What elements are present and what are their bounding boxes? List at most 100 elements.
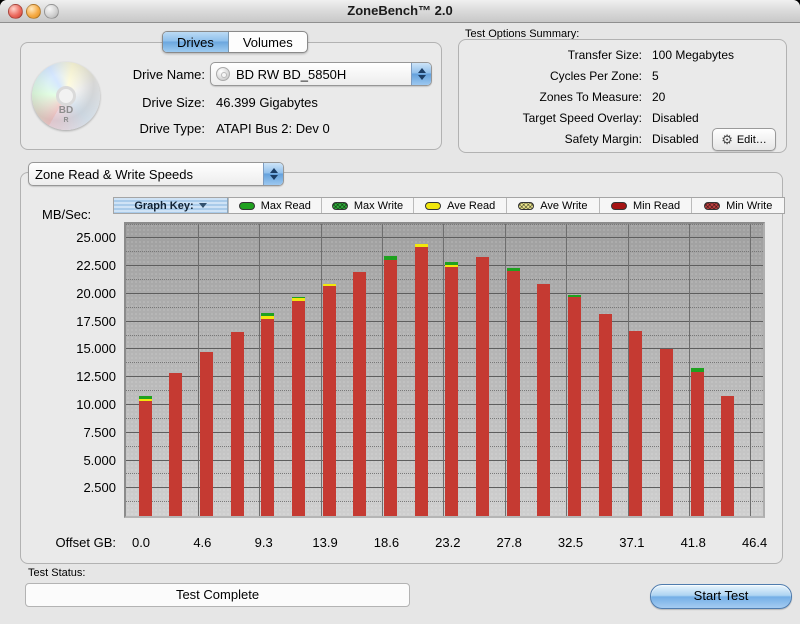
popup-stepper-icon (411, 63, 431, 85)
y-tick-label: 10.000 (76, 396, 116, 412)
gridline (126, 251, 763, 253)
popup-stepper-icon (263, 163, 283, 185)
legend-swatch-icon (704, 201, 721, 210)
y-tick-label: 22.500 (76, 258, 116, 274)
test-option-value: 5 (652, 69, 659, 83)
edit-button[interactable]: ⚙ Edit… (712, 128, 776, 151)
bar-zone-15-min-read (568, 297, 582, 516)
start-test-button[interactable]: Start Test (650, 584, 792, 609)
y-tick-label: 7.500 (83, 424, 116, 440)
x-tick-label: 23.2 (435, 535, 461, 550)
bar-zone-5-min-read (261, 319, 275, 516)
graph-key: Graph Key: Max Read Max Write Ave Read Ave … (113, 197, 785, 214)
bar-zone-19-min-read (690, 372, 704, 516)
drive-size-value: 46.399 Gigabytes (216, 95, 318, 110)
edit-button-label: Edit… (736, 133, 767, 146)
legend-swatch-icon (238, 201, 255, 210)
bar-zone-1-min-read (138, 401, 152, 516)
disc-icon: BD R (32, 62, 100, 130)
legend-item-max-read: Max Read (228, 198, 321, 213)
test-option-label: Transfer Size: (567, 48, 642, 62)
legend-item-label: Min Read (632, 199, 681, 212)
bar-zone-16-min-read (598, 314, 612, 516)
bar-zone-9-min-read (383, 260, 397, 516)
tab-volumes[interactable]: Volumes (229, 32, 307, 52)
gridline-vertical (198, 224, 199, 516)
drives-volumes-tabs: Drives Volumes (162, 31, 308, 53)
x-tick-label: 46.4 (741, 535, 768, 550)
x-axis-labels: 0.0 4.6 9.3 13.9 18.6 23.2 27.8 32.5 37.1 41.8 46.… (126, 535, 767, 553)
drive-name-popup[interactable]: BD RW BD_5850H (210, 62, 432, 86)
gridline-vertical (382, 224, 383, 516)
legend-item-max-write: Max Write (320, 198, 414, 213)
legend-item-ave-read: Ave Read (413, 198, 506, 213)
drive-type-label: Drive Type: (139, 121, 205, 136)
y-tick-label: 17.500 (76, 313, 116, 329)
bar-zone-12-min-read (475, 257, 489, 516)
view-selector-popup[interactable]: Zone Read & Write Speeds (28, 162, 284, 186)
legend-swatch-icon (425, 201, 442, 210)
legend-item-min-write: Min Write (691, 198, 784, 213)
x-axis-title: Offset GB: (55, 535, 116, 550)
gridline-vertical (566, 224, 567, 516)
test-option-label: Cycles Per Zone: (549, 69, 642, 83)
legend-item-label: Max Read (260, 199, 311, 212)
y-tick-label: 25.000 (76, 230, 116, 246)
bar-zone-4-min-read (230, 332, 244, 516)
disc-icon-subtext: R (63, 117, 69, 124)
bar-zone-6-min-read (291, 301, 305, 516)
x-tick-label: 37.1 (619, 535, 645, 550)
gridline (126, 224, 763, 225)
chevron-down-icon (198, 203, 207, 208)
chart-plot (126, 224, 763, 516)
x-tick-label: 9.3 (254, 535, 273, 550)
mini-disc-icon (216, 67, 230, 81)
y-tick-label: 5.000 (83, 452, 116, 468)
legend-item-min-read: Min Read (598, 198, 692, 213)
y-tick-label: 2.500 (83, 480, 116, 496)
bar-zone-3-min-read (199, 352, 213, 516)
legend-swatch-icon (518, 201, 535, 210)
legend-item-label: Ave Write (540, 199, 588, 212)
window-title: ZoneBench™ 2.0 (347, 3, 453, 18)
bar-zone-10-min-read (414, 247, 428, 516)
legend-item-ave-write: Ave Write (506, 198, 599, 213)
legend-swatch-icon (610, 201, 627, 210)
gridline-vertical (750, 224, 751, 516)
bar-zone-17-min-read (629, 331, 643, 516)
x-tick-label: 0.0 (131, 535, 151, 550)
test-option-value: Disabled (652, 111, 699, 125)
test-option-label: Safety Margin: (564, 132, 642, 146)
bar-zone-20-min-read (721, 396, 735, 516)
bar-zone-13-min-read (506, 271, 520, 516)
test-option-label: Target Speed Overlay: (522, 111, 642, 125)
tab-drives[interactable]: Drives (163, 32, 229, 52)
legend-item-label: Max Write (353, 199, 404, 212)
y-tick-label: 20.000 (76, 285, 116, 301)
legend-item-label: Ave Read (447, 199, 496, 212)
view-selector-value: Zone Read & Write Speeds (35, 166, 194, 182)
drive-name-value: BD RW BD_5850H (236, 66, 347, 82)
y-tick-label: 12.500 (76, 369, 116, 385)
gridline-vertical (259, 224, 260, 516)
test-status-label: Test Status: (28, 567, 86, 579)
disc-icon-text: BD (58, 105, 74, 116)
drive-name-label: Drive Name: (132, 67, 205, 82)
x-tick-label: 4.6 (193, 535, 212, 550)
chart-frame (124, 222, 765, 518)
graph-key-items: Max Read Max Write Ave Read Ave Write Min Re… (228, 198, 784, 213)
x-tick-label: 13.9 (312, 535, 338, 550)
gear-icon: ⚙ (721, 132, 733, 147)
x-tick-label: 27.8 (496, 535, 522, 550)
test-status-box: Test Complete (25, 583, 410, 607)
test-option-value: 100 Megabytes (652, 48, 735, 62)
graph-key-label: Graph Key: (134, 199, 194, 212)
zonebench-window: ZoneBench™ 2.0 Drives Volumes BD R Drive … (0, 0, 800, 624)
x-tick-label: 18.6 (373, 535, 400, 550)
bar-zone-2-min-read (169, 373, 183, 516)
x-tick-label: 41.8 (680, 535, 706, 550)
gridline-vertical (443, 224, 444, 516)
disc-hole (56, 86, 76, 106)
graph-key-header[interactable]: Graph Key: (114, 198, 228, 213)
legend-swatch-icon (331, 201, 348, 210)
